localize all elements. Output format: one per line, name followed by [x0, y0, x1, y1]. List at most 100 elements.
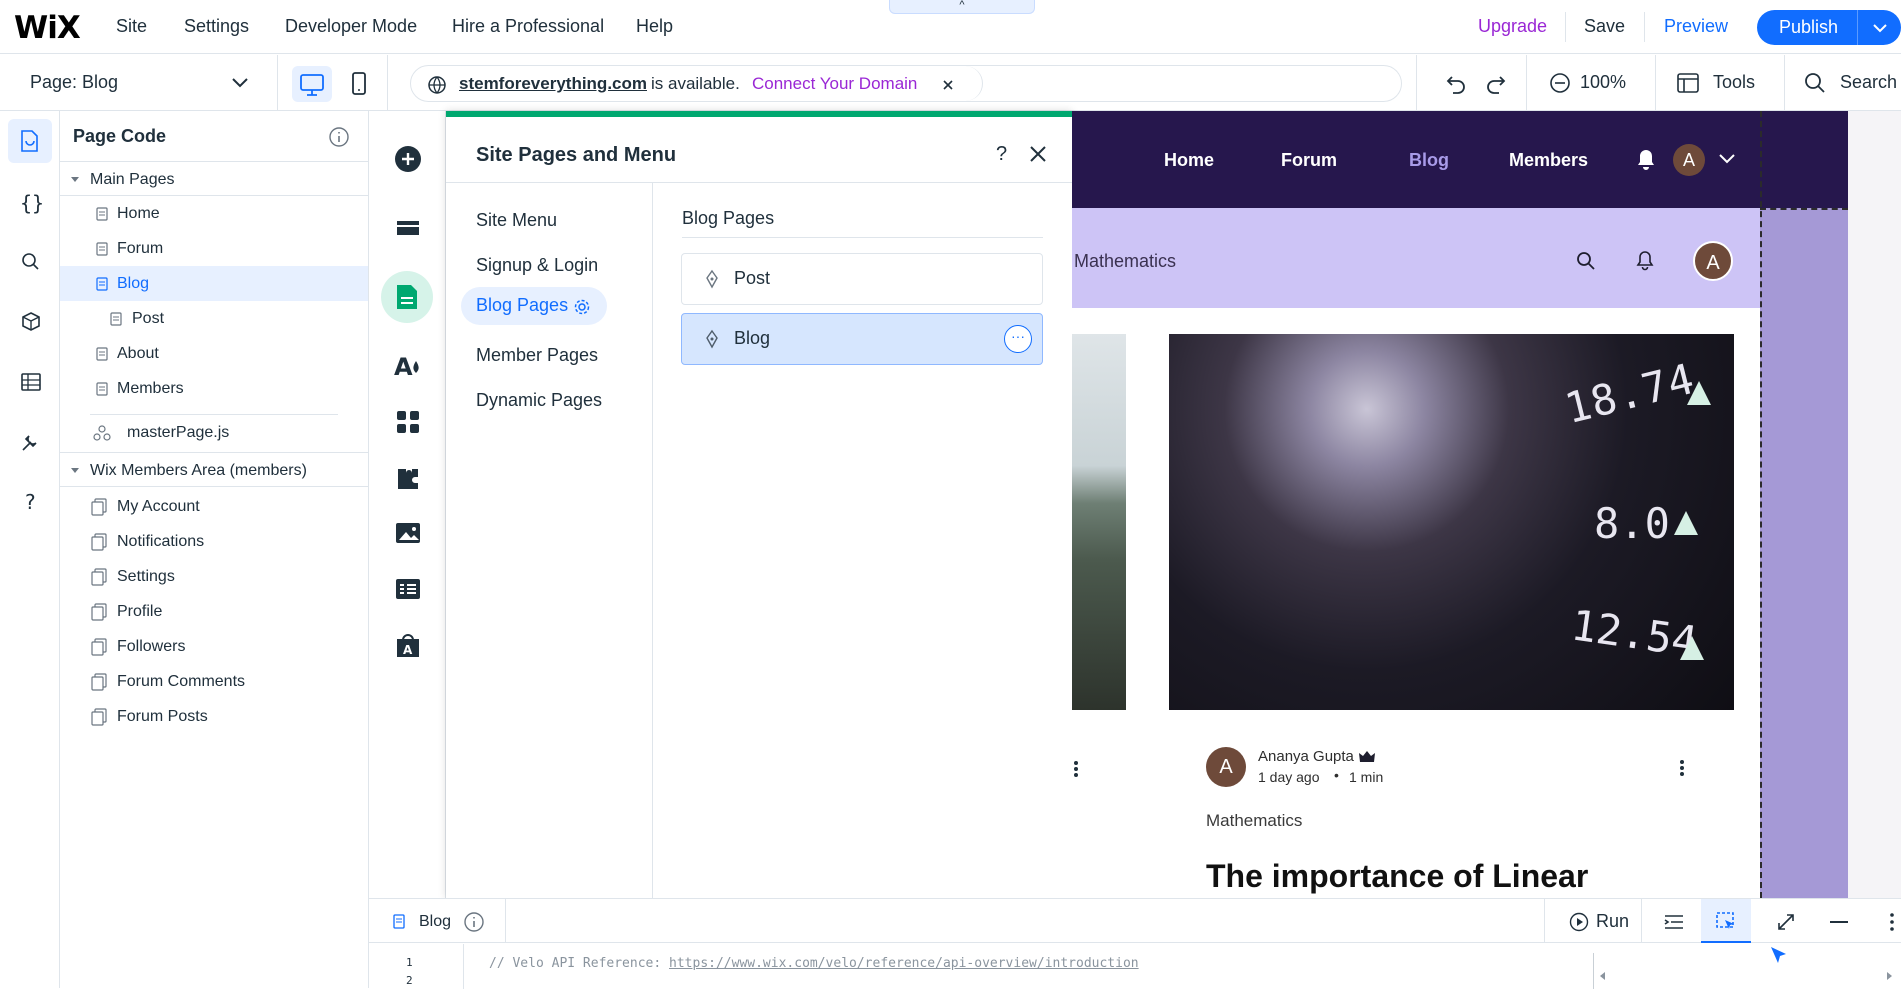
zoom-out-icon[interactable]: [1549, 72, 1571, 94]
close-icon[interactable]: [1029, 145, 1047, 163]
tree-item-forum-comments[interactable]: Forum Comments: [60, 664, 368, 699]
help-button[interactable]: ?: [996, 143, 1007, 166]
code-line-1[interactable]: // Velo API Reference: https://www.wix.c…: [489, 956, 1139, 971]
more-options-icon[interactable]: [1678, 758, 1688, 778]
chevron-down-icon[interactable]: [230, 75, 250, 91]
bell-icon[interactable]: [1635, 249, 1655, 271]
site-nav-members[interactable]: Members: [1509, 150, 1588, 171]
members-area-header[interactable]: Wix Members Area (members): [60, 452, 368, 487]
wix-logo[interactable]: WiX: [14, 10, 81, 46]
search-icon[interactable]: [1575, 250, 1597, 272]
minimize-icon[interactable]: [1829, 920, 1849, 924]
app-market-icon[interactable]: A: [394, 631, 422, 659]
post-title[interactable]: The importance of Linear: [1206, 858, 1588, 895]
post-cover-image[interactable]: [1072, 334, 1126, 710]
nav-dynamic-pages[interactable]: Dynamic Pages: [476, 390, 602, 411]
close-icon[interactable]: [941, 78, 955, 92]
mobile-icon[interactable]: [347, 70, 371, 98]
menu-settings[interactable]: Settings: [184, 16, 249, 37]
site-nav-home[interactable]: Home: [1164, 150, 1214, 171]
avatar[interactable]: A: [1693, 241, 1733, 281]
main-pages-header[interactable]: Main Pages: [60, 161, 368, 196]
design-icon[interactable]: A: [394, 351, 422, 379]
tree-item-members[interactable]: Members: [60, 371, 368, 406]
bell-icon[interactable]: [1635, 147, 1657, 171]
code-file-tab[interactable]: Blog: [419, 913, 451, 931]
more-actions-button[interactable]: ···: [1004, 325, 1032, 353]
connect-domain-link[interactable]: Connect Your Domain: [752, 74, 917, 94]
tree-item-about[interactable]: About: [60, 336, 368, 371]
play-icon[interactable]: [1569, 912, 1589, 932]
api-reference-link[interactable]: https://www.wix.com/velo/reference/api-o…: [669, 956, 1139, 971]
help-icon[interactable]: ?: [19, 490, 43, 514]
author-name[interactable]: Ananya Gupta: [1258, 748, 1354, 765]
tree-item-forum-posts[interactable]: Forum Posts: [60, 699, 368, 734]
menu-developer-mode[interactable]: Developer Mode: [285, 16, 417, 37]
more-options-icon[interactable]: [1072, 759, 1082, 779]
tree-item-home[interactable]: Home: [60, 196, 368, 231]
zoom-level[interactable]: 100%: [1580, 72, 1626, 93]
pages-menu-button[interactable]: [381, 271, 433, 323]
more-vertical-icon[interactable]: [1889, 911, 1895, 933]
info-icon[interactable]: [463, 911, 485, 933]
inspector-tab[interactable]: [1701, 899, 1751, 943]
undo-icon[interactable]: [1444, 71, 1468, 95]
tree-item-followers[interactable]: Followers: [60, 629, 368, 664]
media-icon[interactable]: [394, 519, 422, 547]
search-icon[interactable]: [1803, 71, 1827, 95]
add-elements-icon[interactable]: [394, 145, 422, 173]
scroll-right-icon[interactable]: [1884, 971, 1894, 981]
author-avatar[interactable]: A: [1206, 747, 1246, 787]
tree-item-post[interactable]: Post: [60, 301, 368, 336]
tree-item-forum[interactable]: Forum: [60, 231, 368, 266]
search-icon[interactable]: [19, 250, 43, 274]
info-icon[interactable]: [328, 126, 350, 148]
business-tools-icon[interactable]: [394, 463, 422, 491]
site-nav-forum[interactable]: Forum: [1281, 150, 1337, 171]
tree-item-my-account[interactable]: My Account: [60, 489, 368, 524]
page-item-blog[interactable]: Blog ···: [681, 313, 1043, 365]
add-apps-icon[interactable]: [394, 408, 422, 436]
avatar[interactable]: A: [1673, 144, 1705, 176]
save-button[interactable]: Save: [1584, 16, 1625, 37]
scroll-left-icon[interactable]: [1598, 971, 1608, 981]
page-selector[interactable]: Page: Blog: [30, 72, 118, 93]
domain-name[interactable]: stemforeverything.com: [459, 74, 647, 94]
gear-icon[interactable]: [573, 298, 591, 316]
menu-help[interactable]: Help: [636, 16, 673, 37]
tree-item-settings[interactable]: Settings: [60, 559, 368, 594]
search-button[interactable]: Search: [1840, 72, 1897, 93]
tools-icon[interactable]: [1676, 72, 1700, 94]
site-nav-blog[interactable]: Blog: [1409, 150, 1449, 171]
page-code-tab[interactable]: [8, 119, 52, 163]
nav-site-menu[interactable]: Site Menu: [476, 210, 557, 231]
packages-icon[interactable]: [19, 310, 43, 334]
collapse-handle[interactable]: ^: [889, 0, 1035, 14]
post-cover-image[interactable]: 18.74 8.0 12.54: [1169, 334, 1734, 710]
code-braces-icon[interactable]: {}: [18, 190, 44, 216]
tree-item-blog[interactable]: Blog: [60, 266, 368, 301]
tree-item-profile[interactable]: Profile: [60, 594, 368, 629]
publish-dropdown[interactable]: [1857, 10, 1901, 45]
redo-icon[interactable]: [1484, 71, 1508, 95]
properties-icon[interactable]: [1663, 912, 1685, 932]
menu-site[interactable]: Site: [116, 16, 147, 37]
category-link[interactable]: Mathematics: [1074, 251, 1176, 272]
developer-tools-icon[interactable]: [19, 430, 43, 454]
page-item-post[interactable]: Post: [681, 253, 1043, 305]
desktop-view-button[interactable]: [292, 66, 332, 102]
tools-button[interactable]: Tools: [1713, 72, 1755, 93]
nav-signup-login[interactable]: Signup & Login: [476, 255, 598, 276]
run-button[interactable]: Run: [1596, 911, 1629, 932]
nav-blog-pages[interactable]: Blog Pages: [476, 295, 568, 316]
chevron-down-icon[interactable]: [1717, 151, 1737, 167]
upgrade-link[interactable]: Upgrade: [1478, 16, 1547, 37]
database-icon[interactable]: [19, 370, 43, 394]
nav-member-pages[interactable]: Member Pages: [476, 345, 598, 366]
expand-icon[interactable]: [1776, 912, 1796, 932]
cms-icon[interactable]: [394, 575, 422, 603]
add-section-icon[interactable]: [394, 215, 422, 243]
post-category[interactable]: Mathematics: [1206, 811, 1302, 831]
tree-item-masterpage[interactable]: masterPage.js: [60, 415, 368, 450]
menu-hire-professional[interactable]: Hire a Professional: [452, 16, 604, 37]
